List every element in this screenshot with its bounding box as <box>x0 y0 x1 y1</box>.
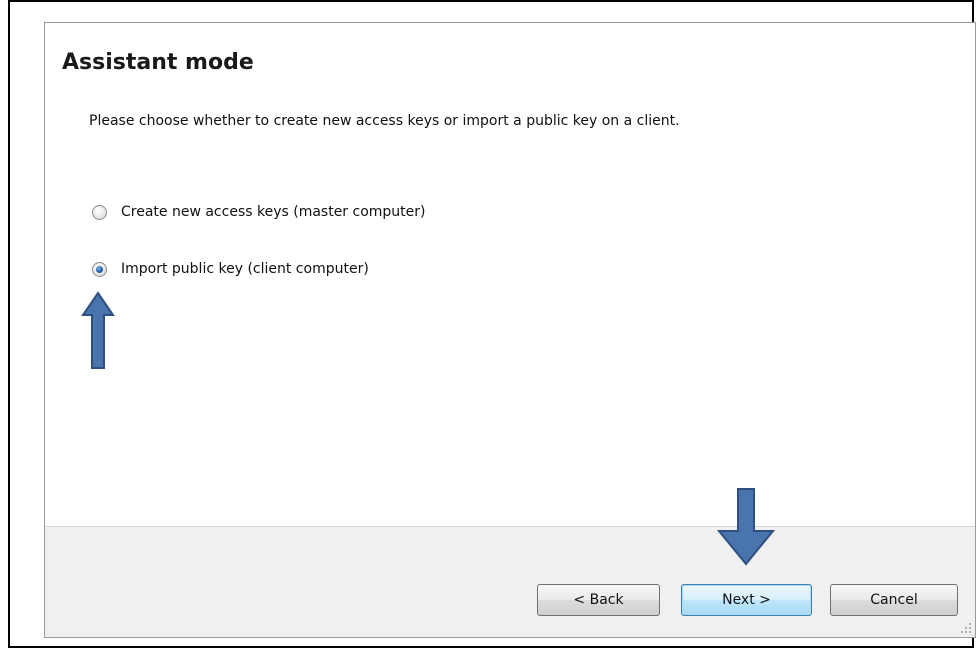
resize-grip-icon[interactable] <box>961 623 971 633</box>
dialog-footer <box>45 526 975 637</box>
radio-create-keys[interactable] <box>92 204 107 220</box>
page-title: Assistant mode <box>62 50 254 75</box>
cancel-button[interactable]: Cancel <box>830 584 958 616</box>
next-button[interactable]: Next > <box>681 584 812 616</box>
instruction-text: Please choose whether to create new acce… <box>89 113 680 129</box>
arrow-down-icon <box>716 488 776 566</box>
option-create-keys[interactable]: Create new access keys (master computer) <box>92 204 426 220</box>
option-import-key[interactable]: Import public key (client computer) <box>92 261 369 277</box>
arrow-up-icon <box>81 291 115 369</box>
assistant-dialog: Assistant mode Please choose whether to … <box>44 22 976 638</box>
option-create-keys-label: Create new access keys (master computer) <box>121 204 426 220</box>
back-button[interactable]: < Back <box>537 584 660 616</box>
radio-import-key[interactable] <box>92 261 107 277</box>
option-import-key-label: Import public key (client computer) <box>121 261 369 277</box>
screenshot-frame: Assistant mode Please choose whether to … <box>8 0 976 648</box>
